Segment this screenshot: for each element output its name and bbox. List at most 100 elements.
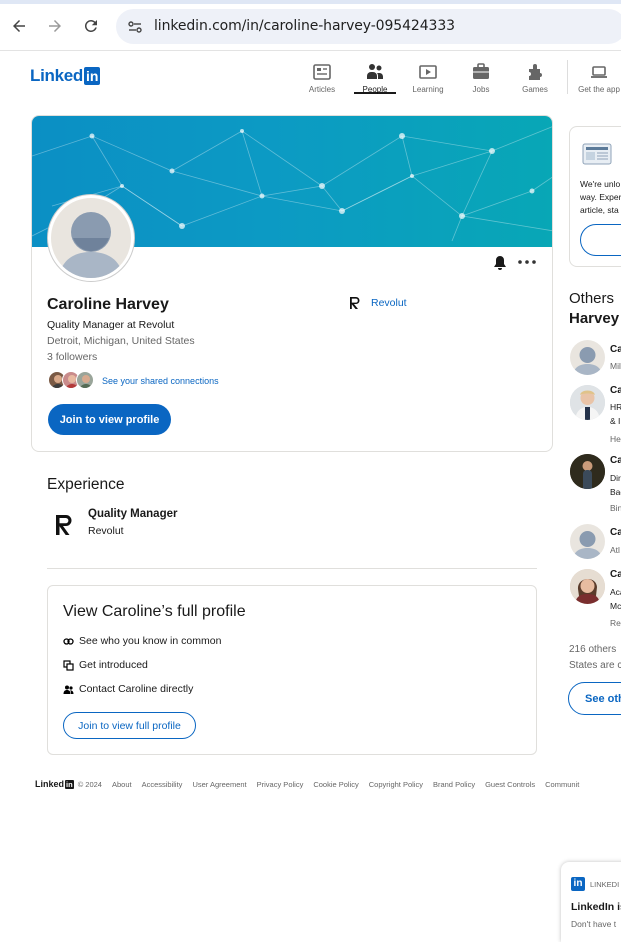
footer-logo[interactable]: Linked in (35, 779, 74, 789)
footer-link-guest-controls[interactable]: Guest Controls (485, 780, 535, 789)
full-profile-item: Get introduced (63, 659, 148, 671)
person-avatar[interactable] (570, 524, 605, 559)
full-profile-item-text: See who you know in common (79, 635, 222, 647)
nav-learning[interactable]: Learning (400, 62, 456, 94)
revolut-logo-icon[interactable] (55, 514, 75, 536)
see-others-button[interactable]: See oth (568, 682, 621, 715)
tab-strip (0, 0, 621, 4)
profile-headline: Quality Manager at Revolut (47, 319, 175, 331)
person-name[interactable]: Ca (610, 344, 621, 355)
person-name[interactable]: Ca (610, 569, 621, 580)
person-detail: Bin (610, 503, 621, 513)
person-avatar[interactable] (570, 340, 605, 375)
person-photo-icon (570, 569, 605, 604)
revolut-logo-icon[interactable] (349, 296, 361, 310)
laptop-icon (591, 66, 607, 78)
person-detail: Mil (610, 361, 621, 371)
url-text: linkedin.com/in/caroline-harvey-09542433… (154, 18, 455, 34)
profile-name: Caroline Harvey (47, 296, 169, 313)
others-count-line: States are c (569, 660, 621, 671)
nav-get-app-label: Get the app (578, 85, 620, 94)
promo-line: article, sta (580, 205, 619, 215)
person-photo-icon (570, 454, 605, 489)
full-profile-item: Contact Caroline directly (63, 683, 193, 695)
introduce-icon (63, 659, 74, 671)
person-detail: & I (610, 416, 621, 426)
experience-role[interactable]: Quality Manager (88, 508, 177, 520)
nav-jobs-label: Jobs (472, 85, 490, 94)
footer-link-community[interactable]: Communit (545, 780, 579, 789)
reload-icon (84, 19, 97, 32)
person-name[interactable]: Ca (610, 455, 621, 466)
toast-body: Don't have t (571, 919, 617, 929)
experience-company[interactable]: Revolut (88, 525, 124, 537)
others-count-text: 216 others States are c (569, 642, 621, 674)
profile-avatar (48, 195, 134, 281)
join-to-view-full-profile-button[interactable]: Join to view full profile (63, 712, 196, 739)
default-avatar-icon (573, 347, 602, 375)
footer-link-about[interactable]: About (112, 780, 132, 789)
join-to-view-profile-button[interactable]: Join to view profile (48, 404, 171, 435)
others-heading-name: Harvey (569, 310, 620, 327)
nav-get-app[interactable]: Get the app (571, 62, 621, 94)
person-detail: Rea (610, 618, 621, 628)
shared-connections-link[interactable]: See your shared connections (102, 376, 219, 386)
nav-people[interactable]: People (347, 62, 403, 94)
person-avatar[interactable] (570, 569, 605, 604)
person-avatar[interactable] (570, 454, 605, 489)
footer-link-brand-policy[interactable]: Brand Policy (433, 780, 475, 789)
footer-link-cookie-policy[interactable]: Cookie Policy (313, 780, 358, 789)
person-photo-icon (570, 385, 605, 420)
promo-line: We're unlo (580, 179, 621, 189)
learning-icon (419, 65, 437, 79)
nav-jobs[interactable]: Jobs (453, 62, 509, 94)
reload-button[interactable] (79, 14, 103, 38)
experience-heading: Experience (47, 476, 125, 493)
person-detail: Dir (610, 473, 621, 483)
current-company-link[interactable]: Revolut (371, 297, 407, 309)
active-underline (354, 92, 396, 94)
more-options-icon[interactable] (516, 254, 538, 270)
profile-location: Detroit, Michigan, United States (47, 335, 195, 347)
toast-title: LinkedIn is (571, 901, 621, 913)
person-detail: Atl (610, 545, 620, 555)
full-profile-item-text: Contact Caroline directly (79, 683, 194, 695)
arrow-left-icon (13, 20, 25, 32)
footer-link-user-agreement[interactable]: User Agreement (192, 780, 246, 789)
others-heading: Others (569, 290, 615, 307)
profile-card (31, 115, 553, 452)
browser-toolbar: linkedin.com/in/caroline-harvey-09542433… (0, 0, 621, 51)
people-in-common-icon (63, 637, 74, 645)
footer-link-accessibility[interactable]: Accessibility (142, 780, 183, 789)
footer-copyright: © 2024 (77, 779, 102, 789)
profile-followers: 3 followers (47, 351, 98, 363)
notification-bell-icon[interactable] (492, 255, 508, 271)
connection-avatar (76, 371, 94, 389)
linkedin-logo[interactable]: Linked in (30, 66, 101, 86)
newspaper-illustration-icon (582, 143, 612, 165)
toast-logo: in (571, 877, 585, 891)
promo-text: We're unlo way. Exper article, sta (580, 178, 621, 217)
full-profile-item-text: Get introduced (79, 659, 148, 671)
site-settings-icon[interactable] (126, 18, 144, 36)
person-avatar[interactable] (570, 385, 605, 420)
promo-button[interactable] (580, 224, 621, 256)
address-bar[interactable]: linkedin.com/in/caroline-harvey-09542433… (116, 9, 621, 44)
contact-icon (63, 685, 74, 694)
footer-link-privacy-policy[interactable]: Privacy Policy (257, 780, 304, 789)
divider (47, 568, 537, 569)
back-button[interactable] (7, 14, 31, 38)
person-name[interactable]: Ca (610, 385, 621, 396)
person-name[interactable]: Ca (610, 527, 621, 538)
footer: Linked in © 2024 About Accessibility User… (35, 777, 579, 791)
nav-games-label: Games (522, 85, 548, 94)
full-profile-title: View Caroline’s full profile (63, 603, 246, 620)
nav-separator (567, 60, 568, 94)
people-icon (367, 64, 383, 79)
nav-games[interactable]: Games (507, 62, 563, 94)
person-detail: Bac (610, 487, 621, 497)
footer-link-copyright-policy[interactable]: Copyright Policy (369, 780, 423, 789)
full-profile-item: See who you know in common (63, 635, 221, 647)
nav-articles[interactable]: Articles (294, 62, 350, 94)
forward-button[interactable] (43, 14, 67, 38)
